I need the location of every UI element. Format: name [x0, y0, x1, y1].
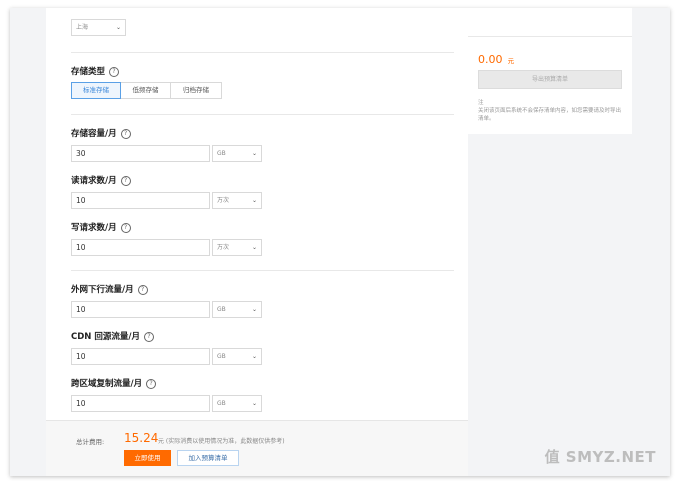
field-label: 存储容量/月?: [71, 127, 131, 139]
buy-now-button[interactable]: 立即使用: [124, 450, 171, 466]
chevron-down-icon: ⌄: [251, 150, 257, 157]
divider: [71, 114, 454, 115]
egress-traffic-input[interactable]: 10: [71, 301, 210, 318]
chevron-down-icon: ⌄: [115, 24, 121, 31]
storage-capacity-unit-select[interactable]: GB ⌄: [212, 145, 262, 162]
field-label: 跨区域复制流量/月?: [71, 377, 157, 389]
help-icon[interactable]: ?: [137, 284, 148, 295]
help-icon[interactable]: ?: [120, 175, 131, 186]
read-requests-unit-select[interactable]: 万次 ⌄: [212, 192, 262, 209]
help-icon[interactable]: ?: [143, 331, 154, 342]
write-requests-input[interactable]: 10: [71, 239, 210, 256]
total-value: 15.24: [124, 431, 159, 445]
chevron-down-icon: ⌄: [251, 400, 257, 407]
chevron-down-icon: ⌄: [251, 244, 257, 251]
chevron-down-icon: ⌄: [251, 353, 257, 360]
divider: [71, 52, 454, 53]
storage-type-label: 存储类型?: [71, 65, 120, 77]
calculator-window: 上海 ⌄ 存储类型? 标准存储 低频存储 归档存储 存储容量/月? 30 GB …: [10, 8, 670, 476]
storage-option-standard[interactable]: 标准存储: [71, 82, 121, 99]
main-panel: 上海 ⌄ 存储类型? 标准存储 低频存储 归档存储 存储容量/月? 30 GB …: [46, 8, 468, 476]
region-select[interactable]: 上海 ⌄: [71, 19, 126, 36]
footer-bar: [46, 420, 468, 476]
divider: [468, 36, 632, 37]
field-label: 写请求数/月?: [71, 221, 131, 233]
total-note: 元 (实际消费以使用情况为准，此数据仅供参考): [158, 438, 285, 445]
storage-capacity-input[interactable]: 30: [71, 145, 210, 162]
watermark: 值 SMYZ.NET: [544, 448, 656, 466]
divider: [71, 270, 454, 271]
read-requests-input[interactable]: 10: [71, 192, 210, 209]
storage-option-infrequent[interactable]: 低频存储: [121, 82, 171, 99]
write-requests-unit-select[interactable]: 万次 ⌄: [212, 239, 262, 256]
help-icon[interactable]: ?: [120, 222, 131, 233]
help-icon[interactable]: ?: [109, 66, 120, 77]
replication-traffic-unit-select[interactable]: GB ⌄: [212, 395, 262, 412]
budget-sidebar: 0.00 元 导出预算清单 注 关闭该页面后系统不会保存清单内容，如您需要请及时…: [468, 8, 632, 134]
export-budget-button[interactable]: 导出预算清单: [478, 70, 622, 89]
help-icon[interactable]: ?: [146, 378, 157, 389]
budget-amount: 0.00 元: [478, 53, 515, 66]
egress-traffic-unit-select[interactable]: GB ⌄: [212, 301, 262, 318]
cdn-origin-traffic-input[interactable]: 10: [71, 348, 210, 365]
add-to-budget-button[interactable]: 加入预算清单: [177, 450, 239, 466]
chevron-down-icon: ⌄: [251, 306, 257, 313]
chevron-down-icon: ⌄: [251, 197, 257, 204]
total-label: 总计费用:: [76, 438, 105, 446]
storage-option-archive[interactable]: 归档存储: [171, 82, 222, 99]
field-label: 读请求数/月?: [71, 174, 131, 186]
note-title: 注: [478, 100, 484, 106]
field-label: CDN 回源流量/月?: [71, 330, 154, 342]
field-label: 外网下行流量/月?: [71, 283, 148, 295]
region-value: 上海: [76, 24, 89, 31]
help-icon[interactable]: ?: [120, 128, 131, 139]
replication-traffic-input[interactable]: 10: [71, 395, 210, 412]
note-text: 关闭该页面后系统不会保存清单内容，如您需要请及时导出清单。: [478, 108, 622, 122]
cdn-origin-traffic-unit-select[interactable]: GB ⌄: [212, 348, 262, 365]
